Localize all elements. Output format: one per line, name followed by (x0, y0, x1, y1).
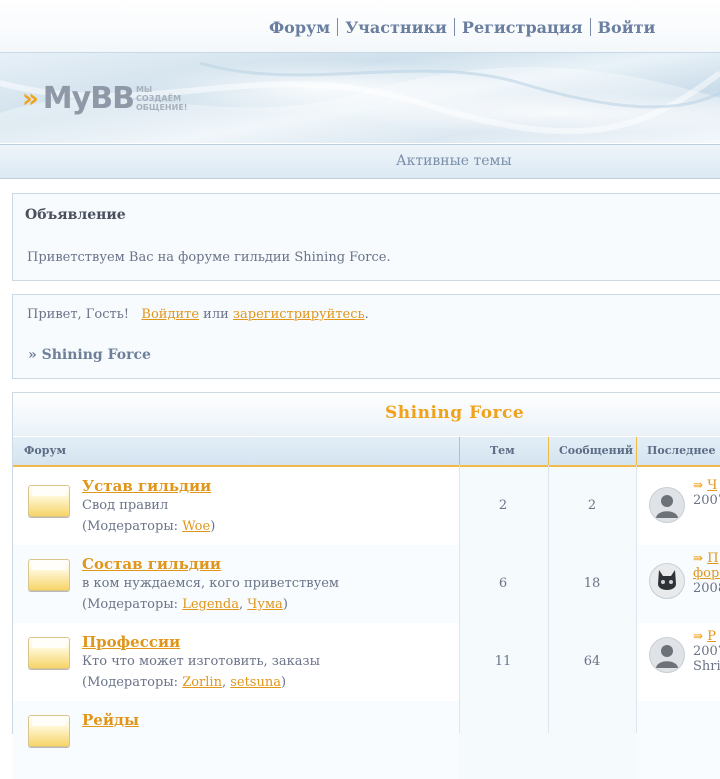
nav-members[interactable]: Участники (338, 18, 454, 37)
avatar[interactable] (649, 563, 685, 599)
topic-count: 2 (498, 498, 508, 513)
col-posts: Сообщений (559, 444, 634, 457)
top-navigation: Форум Участники Регистрация Войти (262, 16, 662, 38)
forum-moderators: (Модераторы: Legenda, Чума) (82, 597, 288, 612)
forum-status-icon (28, 637, 70, 669)
col-last-post: Последнее (647, 444, 716, 457)
avatar[interactable] (649, 487, 685, 523)
mybb-logo[interactable]: » MyBB МЫ СОЗДАЁМ ОБЩЕНИЕ! (22, 81, 187, 116)
go-to-post-icon[interactable]: ⇛ (693, 551, 703, 565)
last-post: ⇛ Р 2007 Shri (693, 629, 720, 674)
header-divider (459, 437, 460, 465)
table-row: Состав гильдии в ком нуждаемся, кого при… (13, 545, 720, 623)
moderator-link[interactable]: Legenda (182, 597, 239, 612)
column-divider (459, 465, 460, 733)
table-header: Форум Тем Сообщений Последнее (13, 437, 720, 467)
post-count: 18 (583, 576, 601, 591)
active-topics-bar: Активные темы (0, 144, 720, 179)
col-forum: Форум (24, 444, 67, 457)
forum-link[interactable]: Состав гильдии (82, 555, 221, 573)
post-count: 2 (587, 498, 597, 513)
forum-status-icon (28, 485, 70, 517)
table-row: Устав гильдии Свод правил (Модераторы: W… (13, 467, 720, 545)
forum-link[interactable]: Профессии (82, 633, 180, 651)
stats-cell (459, 701, 548, 779)
col-topics: Тем (490, 444, 515, 457)
logo-slogan: МЫ СОЗДАЁМ ОБЩЕНИЕ! (135, 85, 188, 112)
last-post-link[interactable]: Ч (707, 478, 717, 493)
user-mask-icon (658, 570, 676, 590)
welcome-panel: Привет, Гость! Войдите или зарегистрируй… (12, 294, 720, 379)
user-silhouette-icon (656, 645, 678, 668)
forum-moderators: (Модераторы: Zorlin, setsuna) (82, 675, 287, 690)
last-post: ⇛ Ч 2007 (693, 478, 720, 508)
last-post-link[interactable]: Р (707, 629, 716, 644)
column-divider (636, 465, 637, 733)
forum-status-icon (28, 559, 70, 591)
nav-register[interactable]: Регистрация (455, 18, 590, 37)
forum-category-table: Shining Force Форум Тем Сообщений Послед… (12, 392, 720, 779)
last-post-link[interactable]: П (707, 551, 718, 566)
moderator-link[interactable]: Woe (182, 519, 210, 534)
go-to-post-icon[interactable]: ⇛ (693, 629, 703, 643)
last-post: ⇛ П форт 2008 (693, 551, 720, 596)
announcement-text: Приветствуем Вас на форуме гильдии Shini… (27, 250, 391, 265)
category-title[interactable]: Shining Force (385, 403, 524, 423)
header-divider (636, 437, 637, 465)
table-row: Рейды (13, 701, 720, 779)
header-banner: » MyBB МЫ СОЗДАЁМ ОБЩЕНИЕ! (0, 53, 720, 143)
forum-moderators: (Модераторы: Woe) (82, 519, 216, 534)
nav-forum[interactable]: Форум (262, 18, 337, 37)
post-count: 64 (583, 654, 601, 669)
user-silhouette-icon (656, 495, 678, 518)
announcement-title: Объявление (25, 207, 126, 223)
guest-greeting: Привет, Гость! Войдите или зарегистрируй… (27, 307, 369, 322)
top-bar: Форум Участники Регистрация Войти (0, 0, 720, 53)
header-divider (548, 437, 549, 465)
breadcrumb[interactable]: » Shining Force (28, 347, 151, 363)
forum-description: в ком нуждаемся, кого приветствуем (82, 576, 340, 591)
moderator-link[interactable]: Чума (247, 597, 283, 612)
active-topics-link[interactable]: Активные темы (396, 153, 512, 169)
table-row: Профессии Кто что может изготовить, зака… (13, 623, 720, 701)
moderator-link[interactable]: setsuna (230, 675, 281, 690)
forum-description: Кто что может изготовить, заказы (82, 654, 320, 669)
avatar[interactable] (649, 637, 685, 673)
column-divider (548, 465, 549, 733)
moderator-link[interactable]: Zorlin (182, 675, 222, 690)
stats-cell (548, 701, 636, 779)
forum-description: Свод правил (82, 498, 169, 513)
forum-link[interactable]: Рейды (82, 711, 139, 729)
logo-chevrons-icon: » (22, 83, 39, 114)
announcement-panel: Объявление Приветствуем Вас на форуме ги… (12, 193, 720, 281)
last-post-forum-link[interactable]: форт (693, 566, 720, 581)
topic-count: 6 (498, 576, 508, 591)
register-link[interactable]: зарегистрируйтесь (233, 307, 365, 322)
go-to-post-icon[interactable]: ⇛ (693, 478, 703, 492)
login-link[interactable]: Войдите (141, 307, 199, 322)
topic-count: 11 (494, 654, 512, 669)
category-header: Shining Force (13, 393, 720, 438)
logo-text: MyBB (42, 81, 135, 116)
nav-login[interactable]: Войти (591, 18, 663, 37)
forum-link[interactable]: Устав гильдии (82, 477, 211, 495)
